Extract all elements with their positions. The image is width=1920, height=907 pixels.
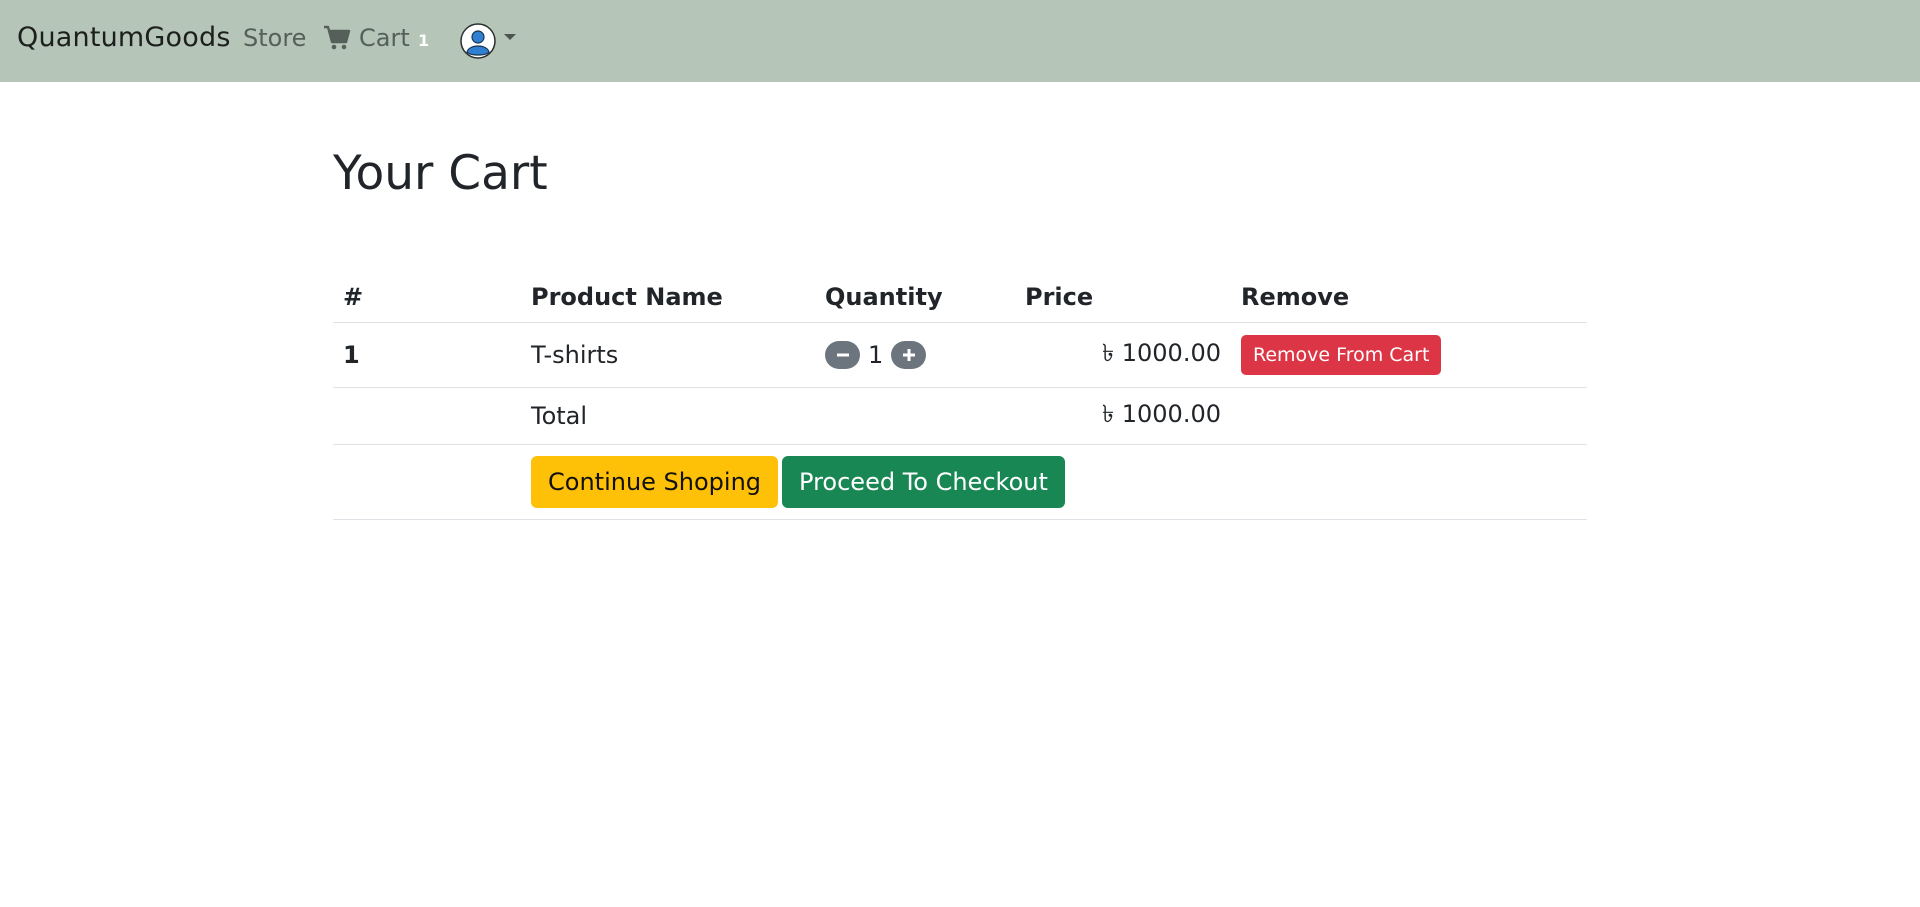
chevron-down-icon: [504, 34, 516, 40]
minus-icon: [836, 353, 849, 356]
quantity-value: 1: [868, 340, 884, 369]
total-empty-cell: [815, 387, 1015, 445]
shopping-cart-icon: [323, 25, 351, 51]
top-navbar: QuantumGoods Store Cart 1: [0, 0, 1920, 82]
header-remove: Remove: [1231, 272, 1587, 323]
cart-count-badge: 1: [418, 31, 430, 50]
header-price: Price: [1015, 272, 1231, 323]
proceed-to-checkout-button[interactable]: Proceed To Checkout: [782, 455, 1065, 508]
total-row: Total ৳ 1000.00: [333, 387, 1587, 445]
remove-from-cart-button[interactable]: Remove From Cart: [1241, 334, 1442, 375]
page-title: Your Cart: [333, 146, 548, 201]
nav-cart-label: Cart: [359, 24, 410, 52]
header-product-name: Product Name: [521, 272, 815, 323]
nav-cart-link[interactable]: Cart: [323, 24, 410, 52]
cart-table: # Product Name Quantity Price Remove 1 T…: [333, 272, 1587, 520]
total-empty-cell: [333, 387, 521, 445]
item-price: ৳ 1000.00: [1015, 322, 1231, 388]
item-name: T-shirts: [521, 322, 815, 388]
item-quantity-cell: 1: [815, 322, 1015, 388]
table-header-row: # Product Name Quantity Price Remove: [333, 272, 1587, 323]
continue-shopping-button[interactable]: Continue Shoping: [531, 455, 779, 508]
user-avatar-icon: [460, 23, 496, 59]
item-remove-cell: Remove From Cart: [1231, 322, 1587, 388]
total-empty-cell: [1231, 387, 1587, 445]
actions-cell: Continue Shoping Proceed To Checkout: [521, 444, 1587, 520]
brand-logo[interactable]: QuantumGoods: [17, 22, 231, 53]
user-menu-dropdown[interactable]: [460, 23, 516, 59]
table-row: 1 T-shirts 1 ৳ 1000.00 Remove From Cart: [333, 322, 1587, 388]
nav-store-link[interactable]: Store: [243, 24, 306, 52]
plus-icon: [902, 348, 915, 361]
total-label: Total: [521, 387, 815, 445]
increase-quantity-button[interactable]: [891, 340, 927, 369]
total-price: ৳ 1000.00: [1015, 387, 1231, 445]
header-quantity: Quantity: [815, 272, 1015, 323]
header-index: #: [333, 272, 521, 323]
quantity-stepper: 1: [825, 340, 1005, 369]
actions-empty-cell: [333, 444, 521, 520]
decrease-quantity-button[interactable]: [825, 340, 860, 369]
actions-row: Continue Shoping Proceed To Checkout: [333, 444, 1587, 520]
item-index: 1: [333, 322, 521, 388]
